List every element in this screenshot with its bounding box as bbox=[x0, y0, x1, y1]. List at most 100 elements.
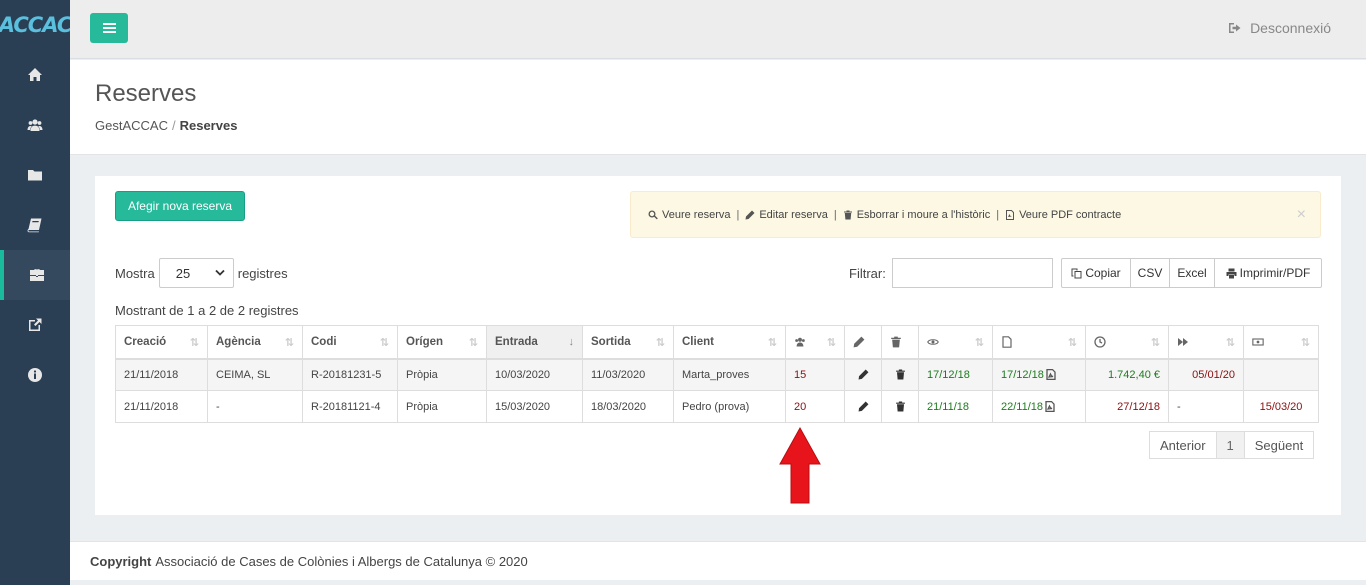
reserves-table: Creació ⇅ Agència ⇅ Codi ⇅ Orígen ⇅ Entrada ↓… bbox=[115, 325, 1319, 423]
sort-icon: ⇅ bbox=[379, 337, 389, 349]
cell-edit[interactable] bbox=[844, 358, 882, 391]
users-icon bbox=[27, 119, 43, 131]
logout-label: Desconnexió bbox=[1250, 20, 1331, 36]
sort-icon: ⇅ bbox=[1067, 337, 1077, 349]
print-pdf-button[interactable]: Imprimir/PDF bbox=[1214, 258, 1322, 288]
add-reservation-button[interactable]: Afegir nova reserva bbox=[115, 191, 245, 221]
logout-link[interactable]: Desconnexió bbox=[1228, 20, 1331, 36]
sidebar-item-folder[interactable] bbox=[0, 150, 70, 200]
cell-contract-date: 22/11/18 bbox=[1001, 400, 1044, 413]
cell-entry: 10/03/2020 bbox=[486, 358, 583, 391]
pagination-previous[interactable]: Anterior bbox=[1149, 431, 1217, 459]
cell-people: 20 bbox=[785, 390, 845, 423]
copy-button[interactable]: Copiar bbox=[1061, 258, 1131, 288]
legend-pdf-label: Veure PDF contracte bbox=[1019, 208, 1122, 221]
cell-origin: Pròpia bbox=[397, 390, 487, 423]
sort-icon: ⇅ bbox=[189, 337, 199, 349]
filter-control: Filtrar: bbox=[849, 258, 1053, 288]
cell-amount: 27/12/18 bbox=[1085, 390, 1169, 423]
column-header-entry-label: Entrada bbox=[495, 335, 538, 348]
table-row[interactable]: 21/11/2018 CEIMA, SL R-20181231-5 Pròpia… bbox=[115, 358, 1319, 391]
legend-separator: | bbox=[736, 208, 740, 221]
column-header-created[interactable]: Creació ⇅ bbox=[115, 325, 208, 360]
cell-edit[interactable] bbox=[844, 390, 882, 423]
column-header-client[interactable]: Client ⇅ bbox=[673, 325, 786, 360]
sort-icon: ⇅ bbox=[468, 337, 478, 349]
breadcrumb-separator: / bbox=[171, 118, 176, 133]
cell-contract: 22/11/18 bbox=[992, 390, 1086, 423]
print-icon bbox=[1226, 268, 1237, 278]
page-length-select[interactable]: 25 bbox=[158, 258, 234, 288]
sidebar: ACCAC bbox=[0, 0, 72, 585]
excel-button[interactable]: Excel bbox=[1169, 258, 1215, 288]
file-pdf-icon[interactable] bbox=[1045, 401, 1055, 413]
legend-pdf: Veure PDF contracte bbox=[1005, 209, 1121, 221]
column-header-next[interactable]: ⇅ bbox=[1168, 325, 1244, 360]
sidebar-item-home[interactable] bbox=[0, 50, 70, 100]
file-icon bbox=[1002, 335, 1012, 348]
sign-out-icon bbox=[1229, 23, 1241, 33]
legend-edit-label: Editar reserva bbox=[759, 208, 828, 221]
reserves-panel: Afegir nova reserva Veure reserva | Edit… bbox=[95, 176, 1341, 515]
topbar: Desconnexió bbox=[70, 0, 1366, 59]
cell-next: 05/01/20 bbox=[1168, 358, 1244, 391]
pagination-page-1[interactable]: 1 bbox=[1215, 431, 1245, 459]
column-header-viewed[interactable]: ⇅ bbox=[918, 325, 993, 360]
column-header-paid[interactable]: ⇅ bbox=[1243, 325, 1319, 360]
info-icon bbox=[28, 368, 42, 382]
column-header-exit-label: Sortida bbox=[591, 335, 631, 348]
legend-view-label: Veure reserva bbox=[662, 208, 731, 221]
cell-client: Pedro (prova) bbox=[673, 390, 786, 423]
table-info: Mostrant de 1 a 2 de 2 registres bbox=[115, 303, 299, 318]
file-pdf-icon[interactable] bbox=[1046, 369, 1056, 381]
legend-edit: Editar reserva bbox=[745, 208, 828, 221]
page-length-value: 25 bbox=[175, 265, 191, 281]
page-title: Reserves bbox=[95, 80, 197, 107]
footer: Copyright Associació de Cases de Colònie… bbox=[70, 541, 1366, 580]
cell-delete[interactable] bbox=[881, 390, 919, 423]
pencil-icon[interactable] bbox=[858, 401, 869, 412]
column-header-people[interactable]: ⇅ bbox=[785, 325, 845, 360]
export-buttons: Copiar CSV Excel Imprimir/PDF bbox=[1061, 258, 1322, 288]
trash-icon[interactable] bbox=[895, 401, 906, 412]
column-header-entry[interactable]: Entrada ↓ bbox=[486, 325, 583, 360]
copy-icon bbox=[1071, 268, 1082, 278]
breadcrumb-root[interactable]: GestACCAC bbox=[95, 118, 168, 133]
column-header-amount[interactable]: ⇅ bbox=[1085, 325, 1169, 360]
sidebar-item-info[interactable] bbox=[0, 350, 70, 400]
column-header-code[interactable]: Codi ⇅ bbox=[302, 325, 398, 360]
column-header-exit[interactable]: Sortida ⇅ bbox=[582, 325, 674, 360]
sidebar-item-reserves[interactable] bbox=[0, 250, 70, 300]
print-pdf-label: Imprimir/PDF bbox=[1239, 266, 1311, 280]
column-header-contract[interactable]: ⇅ bbox=[992, 325, 1086, 360]
cell-created: 21/11/2018 bbox=[115, 358, 208, 391]
cell-client: Marta_proves bbox=[673, 358, 786, 391]
column-header-agency-label: Agència bbox=[216, 335, 261, 348]
eye-icon bbox=[927, 338, 939, 345]
brand-logo[interactable]: ACCAC bbox=[0, 0, 72, 50]
sidebar-item-book[interactable] bbox=[0, 200, 70, 250]
sidebar-item-external[interactable] bbox=[0, 300, 70, 350]
cell-entry: 15/03/2020 bbox=[486, 390, 583, 423]
breadcrumb-current: Reserves bbox=[179, 118, 238, 133]
legend-separator: | bbox=[996, 208, 1000, 221]
cell-exit: 18/03/2020 bbox=[582, 390, 674, 423]
pagination-next[interactable]: Següent bbox=[1243, 431, 1315, 459]
cell-exit: 11/03/2020 bbox=[582, 358, 674, 391]
cell-next: - bbox=[1168, 390, 1244, 423]
column-header-origin[interactable]: Orígen ⇅ bbox=[397, 325, 487, 360]
csv-button[interactable]: CSV bbox=[1130, 258, 1170, 288]
pencil-icon[interactable] bbox=[858, 369, 869, 380]
sidebar-item-users[interactable] bbox=[0, 100, 70, 150]
briefcase-icon bbox=[30, 269, 44, 281]
filter-input[interactable] bbox=[891, 258, 1053, 288]
chevron-down-icon bbox=[215, 269, 225, 276]
alert-close-button[interactable]: × bbox=[1297, 206, 1306, 224]
menu-toggle-button[interactable] bbox=[90, 13, 128, 43]
trash-icon[interactable] bbox=[895, 369, 906, 380]
search-icon bbox=[648, 210, 658, 219]
table-row[interactable]: 21/11/2018 - R-20181121-4 Pròpia 15/03/2… bbox=[115, 390, 1319, 423]
column-header-agency[interactable]: Agència ⇅ bbox=[207, 325, 303, 360]
column-header-edit bbox=[844, 325, 882, 360]
cell-delete[interactable] bbox=[881, 358, 919, 391]
